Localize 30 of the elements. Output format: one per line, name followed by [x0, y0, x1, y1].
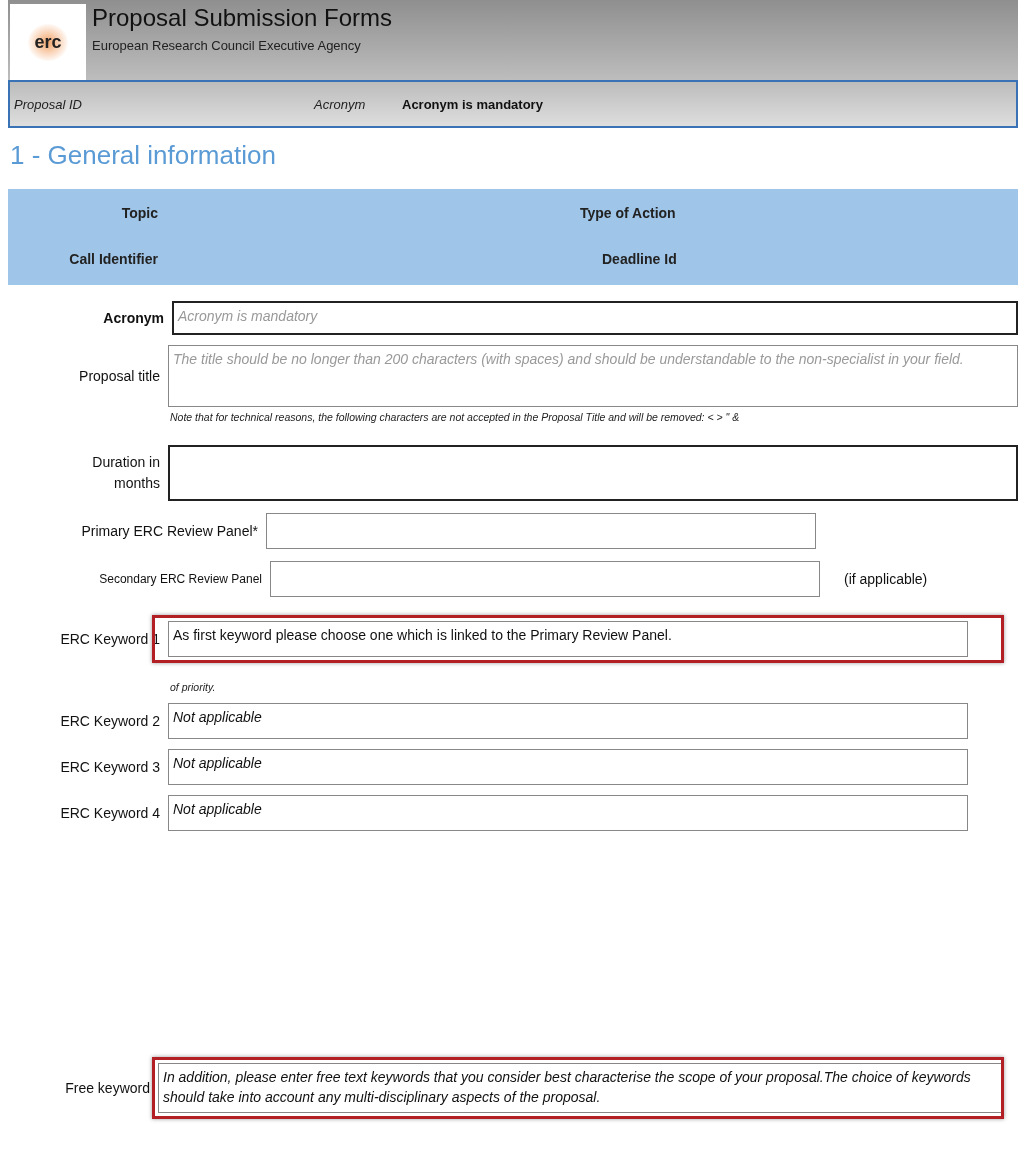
input-field[interactable]: Not applicable: [168, 749, 968, 785]
input-field[interactable]: As first keyword please choose one which is linked to the Primary Review Panel.: [168, 621, 968, 657]
field-label: Acronym: [102, 308, 165, 328]
logo: erc: [10, 4, 86, 80]
input-field[interactable]: Not applicable: [168, 795, 968, 831]
agency-name: European Research Council Executive Agency: [92, 38, 362, 53]
acronym-value: Acronym is mandatory: [402, 96, 543, 112]
field-label: Proposal title: [78, 366, 161, 386]
field-label: ERC Keyword 4: [59, 803, 161, 823]
table-label: Call Identifier: [68, 251, 158, 267]
input-field[interactable]: [266, 513, 816, 549]
hint-text: (if applicable): [844, 571, 928, 587]
field-label: Duration in months: [91, 453, 161, 493]
proposal-id-label: Proposal ID: [14, 96, 83, 112]
note-text: of priority.: [170, 681, 217, 693]
field-label: ERC Keyword 2: [59, 711, 161, 731]
input-field[interactable]: [168, 445, 1018, 501]
table-label: Topic: [120, 205, 158, 221]
section-heading: 1 - General information: [10, 140, 277, 171]
field-label: Secondary ERC Review Panel: [98, 570, 263, 588]
field-label: Primary ERC Review Panel*: [80, 521, 259, 541]
field-label: Free keyword: [64, 1078, 151, 1098]
field-label: ERC Keyword 3: [59, 757, 161, 777]
input-field[interactable]: [270, 561, 820, 597]
input-field[interactable]: Not applicable: [168, 703, 968, 739]
table-label: Deadline Id: [602, 251, 677, 267]
table-label: Type of Action: [580, 205, 676, 221]
page-title: Proposal Submission Forms: [92, 4, 393, 32]
acronym-label: Acronym: [314, 96, 367, 112]
note-text: Note that for technical reasons, the following characters are not accepted in the Proposal Title and will be removed: < > " &: [170, 411, 741, 423]
